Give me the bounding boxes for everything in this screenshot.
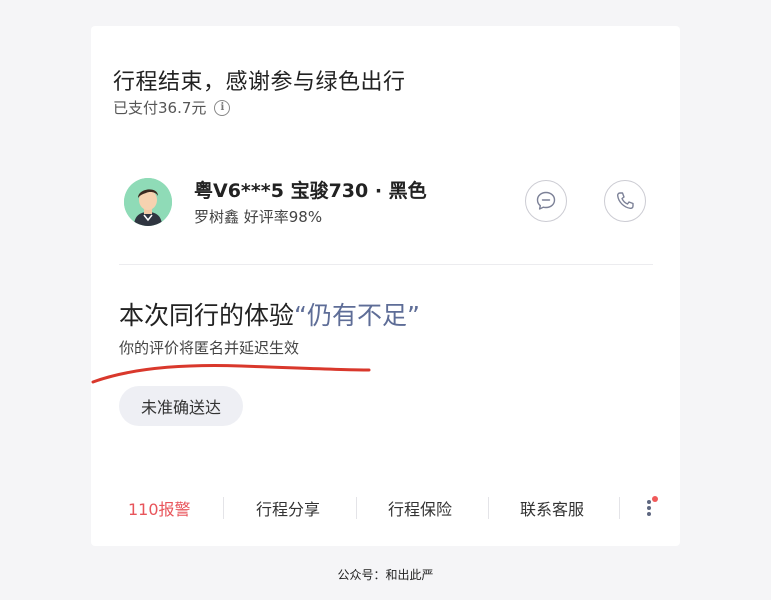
watermark-caption: 公众号：和出此严 [337,568,434,582]
notification-dot [652,496,658,502]
chat-bubble-icon [536,191,556,210]
section-divider [119,264,653,265]
info-icon[interactable]: i [214,99,231,116]
more-dots-icon [647,506,651,510]
more-options-button[interactable] [639,492,659,524]
bottom-action-bar: 110报警 行程分享 行程保险 联系客服 [91,488,680,528]
feedback-tag-chip[interactable]: 未准确送达 [119,386,244,426]
car-plate-info: 粤V6***5 宝骏730 · 黑色 [194,180,427,202]
phone-icon [616,192,634,210]
avatar-illustration-icon [124,178,172,226]
experience-title-prefix: 本次同行的体验 [119,301,295,330]
driver-name-rating: 罗树鑫 好评率98% [194,208,323,226]
trip-insurance-button[interactable]: 行程保险 [388,496,452,520]
action-separator [223,497,224,519]
experience-subtitle: 你的评价将匿名并延迟生效 [119,339,300,357]
driver-info: 粤V6***5 宝骏730 · 黑色 罗树鑫 好评率98% [124,176,654,236]
experience-rating-highlight: “仍有不足” [294,301,420,330]
driver-avatar [124,178,172,226]
action-separator [488,497,489,519]
contact-service-button[interactable]: 联系客服 [520,496,584,520]
action-separator [356,497,357,519]
more-dots-icon [647,500,651,504]
emergency-alarm-button[interactable]: 110报警 [128,496,191,520]
trip-title: 行程结束，感谢参与绿色出行 [113,70,406,95]
trip-complete-card: 行程结束，感谢参与绿色出行 已支付36.7元 i 粤V6***5 宝骏730 ·… [91,26,680,546]
call-driver-button[interactable] [604,180,646,222]
red-annotation-underline [91,364,371,384]
share-trip-button[interactable]: 行程分享 [256,496,320,520]
more-dots-icon [647,512,651,516]
message-driver-button[interactable] [525,180,567,222]
paid-amount: 已支付36.7元 [113,99,207,117]
action-separator [619,497,620,519]
payment-row: 已支付36.7元 i [113,97,231,118]
experience-title: 本次同行的体验“仍有不足” [119,296,420,332]
